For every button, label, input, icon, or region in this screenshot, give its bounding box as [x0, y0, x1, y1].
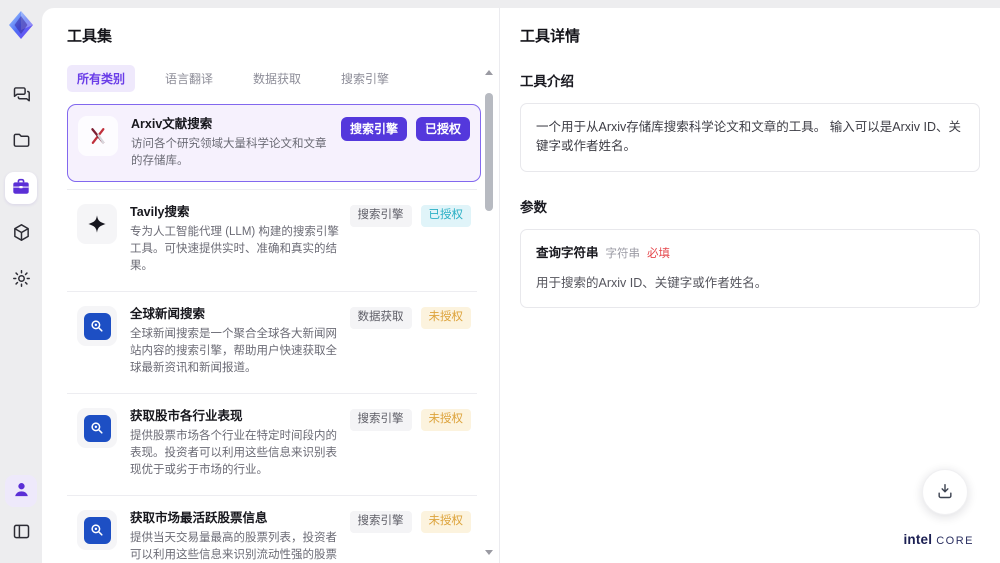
param-required-badge: 必填: [647, 247, 671, 260]
page-title: 工具集: [67, 28, 113, 45]
tool-title: 获取市场最活跃股票信息: [130, 511, 268, 525]
tavily-icon: [77, 204, 117, 244]
news-search-icon: [77, 408, 117, 448]
tool-card[interactable]: Tavily搜索 专为人工智能代理 (LLM) 构建的搜索引擎工具。可快速提供实…: [67, 189, 481, 286]
download-icon: [935, 481, 955, 504]
tool-description: 提供当天交易量最高的股票列表，投资者可以利用这些信息来识别流动性强的股票和潜在的…: [130, 532, 337, 561]
tool-category-badge: 搜索引擎: [349, 409, 412, 431]
detail-title: 工具详情: [520, 28, 581, 45]
category-tabs: 所有类别 语言翻译 数据获取 搜索引擎: [67, 65, 499, 92]
folder-icon: [11, 130, 32, 154]
arxiv-icon: [78, 116, 118, 156]
tool-card[interactable]: 全球新闻搜索 全球新闻搜索是一个聚合全球各大新闻网站内容的搜索引擎，帮助用户快速…: [67, 291, 481, 388]
param-type: 字符串: [605, 247, 641, 260]
param-name: 查询字符串: [536, 245, 599, 260]
param-description: 用于搜索的Arxiv ID、关键字或作者姓名。: [536, 275, 768, 290]
tool-description: 专为人工智能代理 (LLM) 构建的搜索引擎工具。可快速提供实时、准确和真实的结…: [130, 226, 339, 272]
tool-title: 获取股市各行业表现: [130, 409, 243, 423]
tab-all-categories[interactable]: 所有类别: [67, 65, 136, 92]
tab-1[interactable]: 语言翻译: [155, 65, 223, 92]
settings-icon: [11, 268, 32, 292]
tool-category-badge: 搜索引擎: [349, 205, 412, 227]
toolbox-icon: [10, 176, 32, 201]
scrollbar-thumb[interactable]: [485, 93, 493, 211]
download-button[interactable]: [922, 469, 968, 515]
sidebar-item-settings[interactable]: [5, 264, 37, 296]
sidebar-item-user[interactable]: [5, 475, 37, 507]
params-heading: 参数: [520, 199, 547, 215]
intro-heading: 工具介绍: [520, 74, 574, 89]
sidebar-bottom: [5, 475, 37, 549]
tool-description: 全球新闻搜索是一个聚合全球各大新闻网站内容的搜索引擎，帮助用户快速获取全球最新资…: [130, 328, 337, 374]
tool-auth-badge: 未授权: [420, 511, 471, 533]
news-search-icon: [77, 306, 117, 346]
tool-description: 访问各个研究领域大量科学论文和文章的存储库。: [131, 138, 327, 167]
main-content: 工具集 所有类别 语言翻译 数据获取 搜索引擎 Arxiv文献搜索 访问各个研究领域大…: [42, 8, 1000, 563]
sidebar-item-packages[interactable]: [5, 218, 37, 250]
sidebar-nav: [5, 80, 37, 296]
intel-wordmark: intel: [903, 532, 933, 547]
tool-auth-badge: 未授权: [420, 409, 471, 431]
tool-title: Tavily搜索: [130, 205, 190, 219]
params-box: 查询字符串 字符串 必填 用于搜索的Arxiv ID、关键字或作者姓名。: [520, 228, 980, 308]
tools-list-panel: 工具集 所有类别 语言翻译 数据获取 搜索引擎 Arxiv文献搜索 访问各个研究领域大…: [42, 8, 500, 563]
chat-icon: [11, 84, 32, 108]
tool-auth-badge: 未授权: [420, 307, 471, 329]
intel-core-logo: intel core: [903, 532, 974, 547]
intro-text: 一个用于从Arxiv存储库搜索科学论文和文章的工具。 输入可以是Arxiv ID…: [536, 120, 962, 154]
scroll-up-arrow-icon[interactable]: [485, 70, 493, 75]
intro-box: 一个用于从Arxiv存储库搜索科学论文和文章的工具。 输入可以是Arxiv ID…: [520, 103, 980, 172]
tool-card[interactable]: Arxiv文献搜索 访问各个研究领域大量科学论文和文章的存储库。 搜索引擎 已授…: [67, 104, 481, 182]
tool-category-badge: 数据获取: [349, 307, 412, 329]
tool-category-badge: 搜索引擎: [340, 117, 407, 141]
tool-title: 全球新闻搜索: [130, 307, 206, 321]
sidebar-item-collapse[interactable]: [5, 517, 37, 549]
tool-description: 提供股票市场各个行业在特定时间段内的表现。投资者可以利用这些信息来识别表现优于或…: [130, 430, 337, 476]
package-icon: [11, 222, 32, 246]
left-sidebar: [0, 0, 42, 563]
news-search-icon: [77, 510, 117, 550]
tab-2[interactable]: 数据获取: [243, 65, 311, 92]
tool-card[interactable]: 获取市场最活跃股票信息 提供当天交易量最高的股票列表，投资者可以利用这些信息来识…: [67, 495, 481, 563]
sidebar-item-files[interactable]: [5, 126, 37, 158]
tool-auth-badge: 已授权: [420, 205, 471, 227]
tool-list: Arxiv文献搜索 访问各个研究领域大量科学论文和文章的存储库。 搜索引擎 已授…: [67, 104, 481, 563]
core-wordmark: core: [936, 535, 974, 547]
sidebar-item-chat[interactable]: [5, 80, 37, 112]
sidebar-item-toolbox[interactable]: [5, 172, 37, 204]
collapse-panel-icon: [11, 521, 32, 545]
user-icon: [11, 479, 32, 503]
list-scrollbar[interactable]: [484, 70, 494, 555]
tool-auth-badge: 已授权: [415, 117, 470, 141]
tab-3[interactable]: 搜索引擎: [331, 65, 399, 92]
diamond-logo-icon: [9, 11, 33, 39]
tool-category-badge: 搜索引擎: [349, 511, 412, 533]
app-logo[interactable]: [4, 8, 38, 42]
param-item: 查询字符串 字符串 必填 用于搜索的Arxiv ID、关键字或作者姓名。: [536, 244, 964, 293]
tool-title: Arxiv文献搜索: [131, 117, 213, 131]
tool-card[interactable]: 获取股市各行业表现 提供股票市场各个行业在特定时间段内的表现。投资者可以利用这些…: [67, 393, 481, 490]
scroll-down-arrow-icon[interactable]: [485, 550, 493, 555]
